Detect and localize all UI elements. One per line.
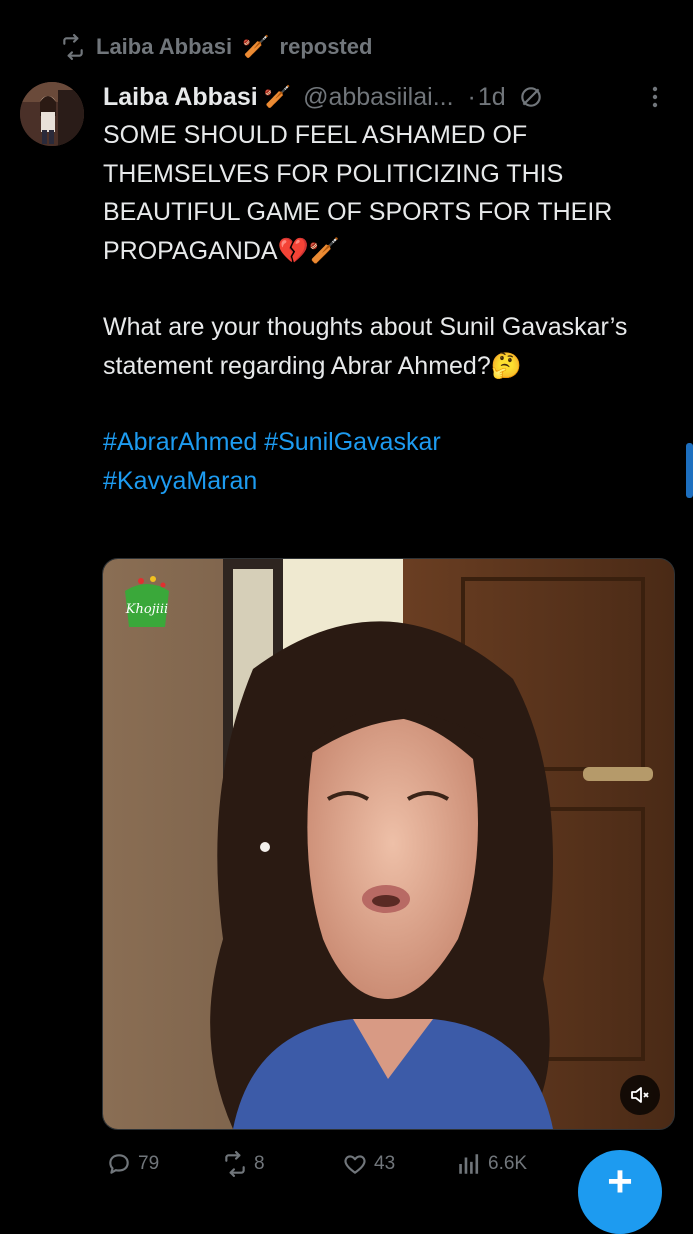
hashtag-kavya-maran[interactable]: #KavyaMaran bbox=[103, 467, 257, 495]
author-emoji: 🏏 bbox=[263, 84, 292, 109]
reply-icon bbox=[109, 1154, 129, 1174]
mute-button[interactable] bbox=[620, 1075, 660, 1115]
hashtag-abrar-ahmed[interactable]: #AbrarAhmed bbox=[103, 428, 257, 456]
post-time[interactable]: 1d bbox=[478, 83, 506, 112]
view-count: 6.6K bbox=[488, 1153, 528, 1174]
mute-icon bbox=[631, 1087, 649, 1103]
scrollbar[interactable] bbox=[686, 443, 693, 498]
post-text-paragraph-1: SOME SHOULD FEEL ASHAMED OF THEMSELVES F… bbox=[103, 121, 613, 265]
grok-icon[interactable] bbox=[518, 84, 544, 110]
video-media[interactable]: Khojiii bbox=[102, 558, 675, 1130]
views-button[interactable]: 6.6K bbox=[456, 1151, 527, 1177]
post-text: SOME SHOULD FEEL ASHAMED OF THEMSELVES F… bbox=[103, 116, 678, 500]
post-text-paragraph-2: What are your thoughts about Sunil Gavas… bbox=[103, 313, 628, 380]
repost-icon bbox=[63, 34, 83, 60]
khojiii-logo: Khojiii bbox=[119, 573, 175, 633]
compose-button[interactable]: + bbox=[578, 1150, 662, 1234]
like-icon bbox=[344, 1155, 366, 1174]
reply-count: 79 bbox=[138, 1153, 160, 1174]
reposter-name[interactable]: Laiba Abbasi bbox=[96, 34, 232, 60]
media-logo-text: Khojiii bbox=[125, 602, 168, 617]
separator-dot: · bbox=[467, 82, 476, 111]
hashtag-sunil-gavaskar[interactable]: #SunilGavaskar bbox=[264, 428, 440, 456]
repost-indicator[interactable]: Laiba Abbasi 🏏 reposted bbox=[60, 32, 372, 62]
reposter-emoji: 🏏 bbox=[242, 34, 270, 59]
author-handle[interactable]: @abbasiilai... bbox=[303, 83, 453, 112]
compose-icon: + bbox=[607, 1157, 633, 1206]
like-count: 43 bbox=[374, 1153, 396, 1174]
like-button[interactable]: 43 bbox=[342, 1151, 395, 1177]
author-name[interactable]: Laiba Abbasi bbox=[103, 83, 258, 112]
hashtag-line: #AbrarAhmed #SunilGavaskar #KavyaMaran bbox=[103, 423, 678, 500]
views-icon bbox=[459, 1154, 479, 1174]
repost-label: reposted bbox=[279, 34, 373, 59]
repost-icon bbox=[225, 1151, 245, 1177]
repost-count: 8 bbox=[254, 1153, 265, 1174]
reply-button[interactable]: 79 bbox=[106, 1151, 159, 1177]
post-header: Laiba Abbasi 🏏 @abbasiilai... · 1d bbox=[103, 80, 673, 114]
more-icon[interactable] bbox=[643, 82, 667, 112]
repost-button[interactable]: 8 bbox=[222, 1151, 265, 1177]
avatar[interactable] bbox=[20, 82, 84, 146]
